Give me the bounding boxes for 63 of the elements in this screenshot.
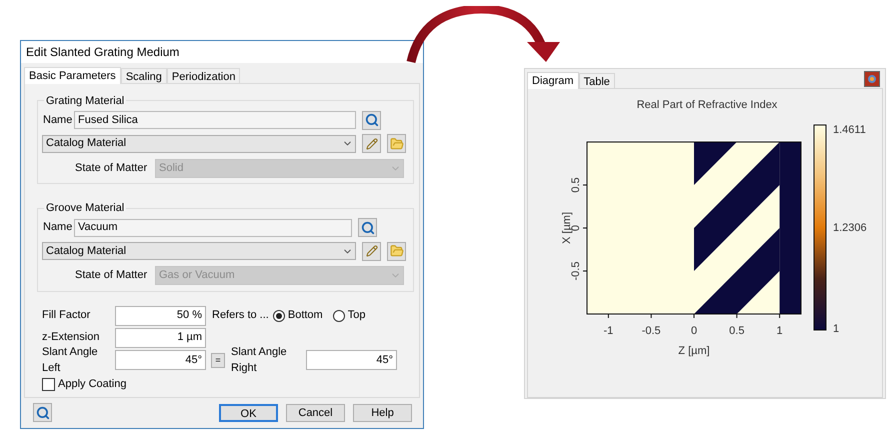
y-axis-label: X [µm]: [561, 212, 573, 244]
radio-option[interactable]: Bottom: [272, 307, 323, 324]
field-label: Slant Angle Right: [231, 344, 288, 376]
value-field[interactable]: 50 %: [115, 306, 206, 326]
field-label: Fill Factor: [42, 308, 92, 324]
x-tick-label: -0.5: [642, 325, 661, 337]
field-label: State of Matter: [74, 268, 148, 284]
pencil-icon: [366, 245, 378, 258]
tab[interactable]: Scaling: [120, 68, 167, 83]
dialog-button[interactable]: Help: [353, 404, 412, 422]
chart-title: Real Part of Refractive Index: [636, 99, 778, 111]
field-label: Name: [42, 112, 74, 128]
colorbar-label: 1.4611: [833, 124, 866, 136]
name-field[interactable]: Vacuum: [74, 218, 352, 237]
checkbox-option[interactable]: Apply Coating: [42, 376, 419, 394]
toolbar-button[interactable]: [864, 71, 880, 87]
dialog-button[interactable]: OK: [219, 404, 278, 422]
y-tick-label: 0: [570, 224, 582, 232]
y-tick-label: -0.5: [570, 262, 582, 280]
search-icon: [364, 113, 378, 128]
edit-button[interactable]: [362, 242, 381, 261]
x-tick-label: -1: [604, 325, 614, 337]
radio-button[interactable]: [272, 310, 285, 322]
x-tick-label: 1: [776, 325, 783, 337]
search-button[interactable]: [358, 218, 377, 238]
ring-icon: [868, 75, 876, 83]
y-tick-label: 0.5: [570, 177, 582, 193]
radio-option[interactable]: Top: [332, 307, 366, 324]
field-label: Slant Angle Left: [42, 344, 99, 376]
checkbox[interactable]: [42, 378, 55, 392]
window-title: Edit Slanted Grating Medium: [26, 44, 180, 61]
colorbar-label: 1: [833, 323, 840, 335]
value-field[interactable]: 45°: [306, 350, 397, 370]
x-axis-label: Z [µm]: [678, 345, 710, 357]
pencil-icon: [366, 138, 378, 150]
search-icon: [36, 406, 50, 420]
field-label: State of Matter: [74, 160, 148, 176]
radio-button[interactable]: [332, 310, 345, 322]
search-button[interactable]: [33, 403, 52, 422]
field-label: z-Extension: [42, 330, 100, 346]
tab[interactable]: Table: [578, 73, 615, 88]
source-dropdown[interactable]: Catalog Material: [42, 242, 356, 260]
colorbar-label: 1.2306: [833, 222, 867, 234]
x-tick-label: 0.5: [729, 325, 744, 337]
group-title: Grating Material: [45, 94, 126, 109]
equal-button[interactable]: =: [211, 352, 225, 368]
edit-button[interactable]: [362, 134, 381, 154]
field-label: Refers to ...: [212, 308, 269, 324]
dialog-button[interactable]: Cancel: [286, 404, 345, 422]
search-icon: [360, 220, 374, 235]
value-field[interactable]: 1 µm: [115, 328, 206, 348]
group-title: Groove Material: [45, 201, 126, 216]
tab[interactable]: Diagram: [527, 72, 579, 89]
field-label: Name: [42, 220, 74, 236]
tab[interactable]: Periodization: [166, 68, 240, 83]
folder-icon: [390, 136, 404, 151]
value-field[interactable]: 45°: [115, 350, 206, 370]
tab[interactable]: Basic Parameters: [24, 66, 121, 84]
folder-icon: [390, 244, 404, 258]
search-button[interactable]: [362, 110, 381, 130]
name-field[interactable]: Fused Silica: [74, 111, 356, 130]
x-tick-label: 0: [690, 325, 698, 337]
source-dropdown[interactable]: Catalog Material: [42, 134, 356, 153]
